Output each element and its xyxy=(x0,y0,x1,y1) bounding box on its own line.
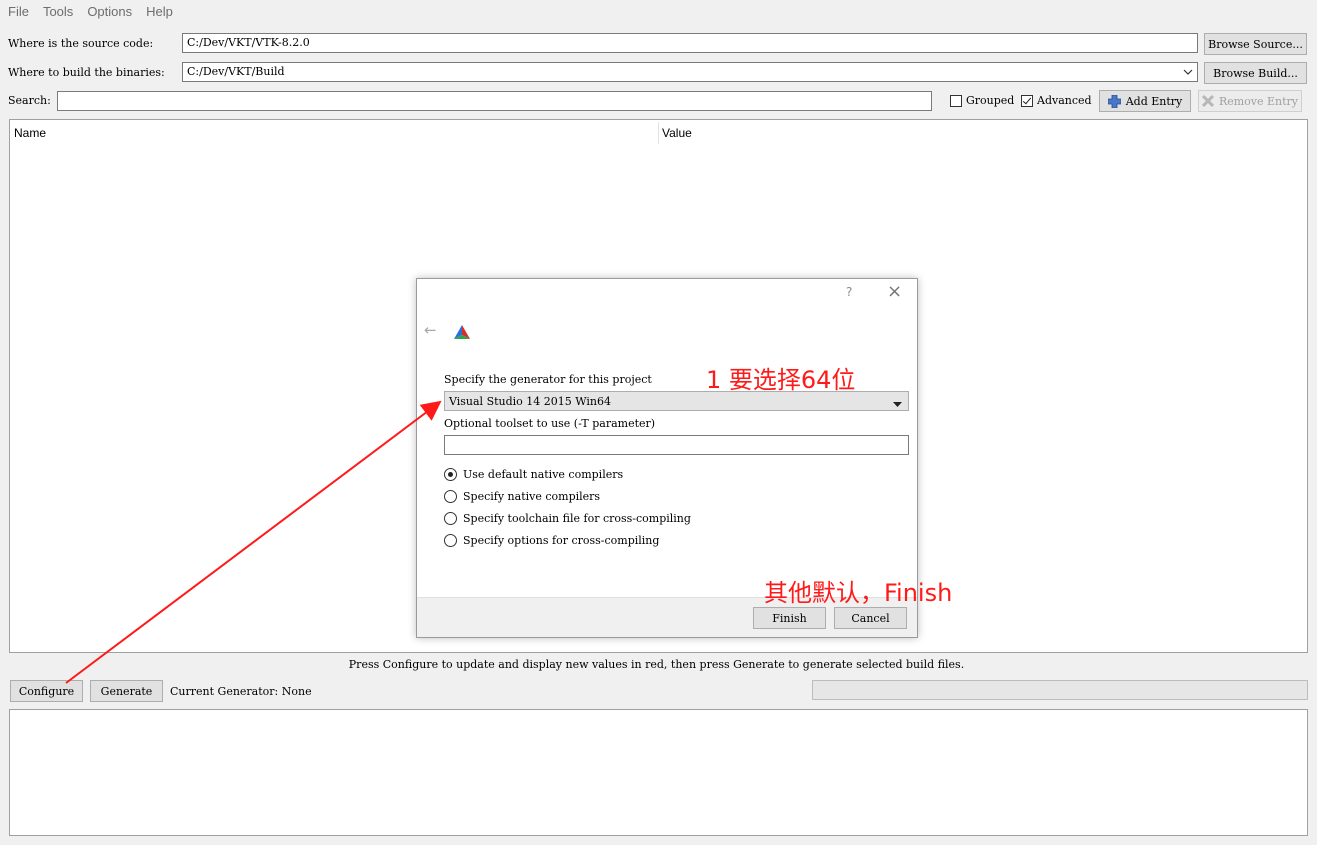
annotation-arrow-line xyxy=(65,400,442,684)
annotation-arrow xyxy=(65,400,442,684)
